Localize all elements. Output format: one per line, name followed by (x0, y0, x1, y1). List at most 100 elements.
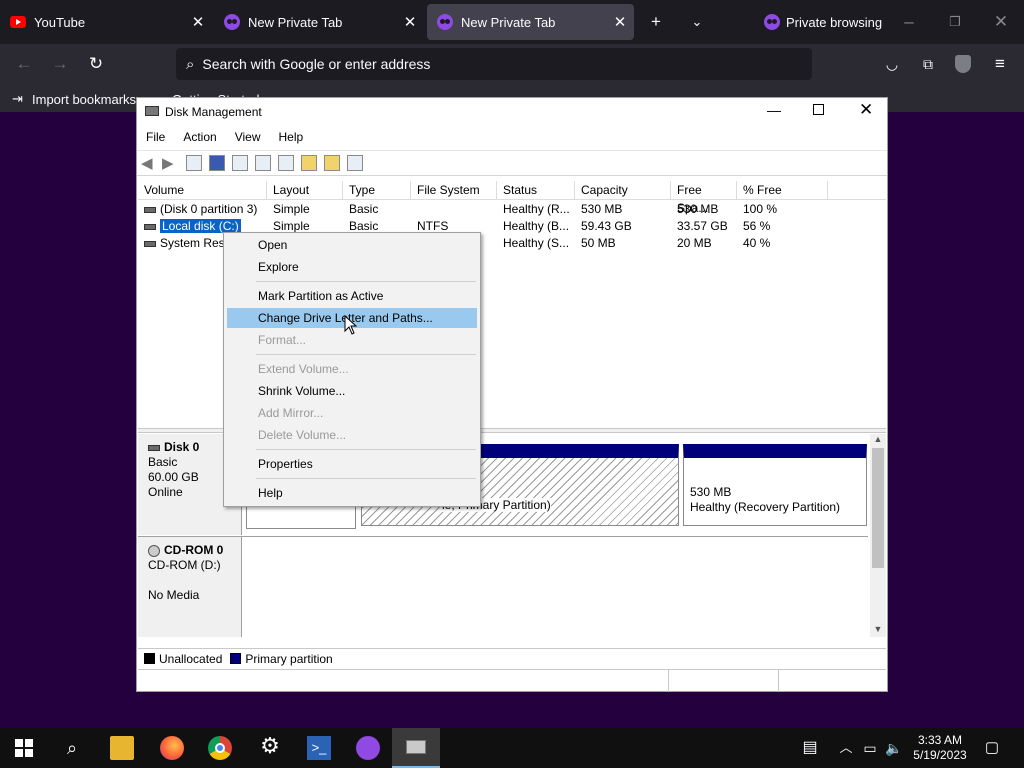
show-hide-tree-icon[interactable] (186, 155, 202, 171)
check-icon[interactable] (278, 155, 294, 171)
cdrom-media: No Media (148, 588, 200, 602)
new-tab-icon[interactable]: + (646, 12, 666, 32)
search-icon[interactable]: ⌕ (60, 738, 84, 758)
cell-status: Healthy (S... (503, 236, 570, 250)
up-folder-icon[interactable] (301, 155, 317, 171)
menu-action[interactable]: Action (174, 130, 225, 144)
menu-item-help[interactable]: Help (227, 483, 477, 503)
clock[interactable]: 3:33 AM 5/19/2023 (905, 733, 975, 763)
menu-item-explore[interactable]: Explore (227, 257, 477, 277)
file-explorer-icon[interactable] (110, 736, 134, 760)
context-menu: Open Explore Mark Partition as Active Ch… (223, 232, 481, 507)
graphical-scrollbar[interactable]: ▲ ▼ (870, 434, 886, 637)
menu-item-add-mirror[interactable]: Add Mirror... (227, 403, 477, 423)
cell-volume: System Rese (160, 236, 232, 250)
pocket-icon[interactable]: ◡ (882, 54, 902, 74)
close-tab-icon[interactable]: ✕ (184, 13, 212, 31)
menu-item-properties[interactable]: Properties (227, 454, 477, 474)
col-layout[interactable]: Layout (267, 181, 343, 199)
menu-view[interactable]: View (226, 130, 270, 144)
close-window-icon[interactable]: ✕ (859, 100, 873, 120)
forward-icon[interactable]: → (50, 54, 70, 74)
news-icon[interactable]: ▤ (798, 738, 822, 758)
tab-youtube[interactable]: YouTube ✕ (0, 4, 212, 40)
menu-file[interactable]: File (137, 130, 174, 144)
minimize-icon[interactable]: – (900, 12, 918, 32)
restore-icon[interactable]: ❐ (946, 12, 964, 32)
clock-date: 5/19/2023 (913, 748, 967, 762)
private-mask-icon (764, 14, 780, 30)
properties-icon[interactable] (232, 155, 248, 171)
close-tab-icon[interactable]: ✕ (396, 13, 424, 31)
menu-bar: File Action View Help (137, 126, 887, 148)
cdrom0-label[interactable]: CD-ROM 0 CD-ROM (D:) No Media (138, 537, 242, 637)
clock-time: 3:33 AM (917, 733, 963, 747)
col-file-system[interactable]: File System (411, 181, 497, 199)
show-hidden-icons-chevron[interactable]: ︿ (836, 738, 856, 758)
col-type[interactable]: Type (343, 181, 411, 199)
partition-recovery[interactable]: 530 MB Healthy (Recovery Partition) (683, 444, 867, 526)
hamburger-menu-icon[interactable]: ≡ (990, 54, 1010, 74)
close-window-icon[interactable]: ✕ (992, 12, 1010, 32)
mouse-cursor-icon (344, 315, 358, 335)
cdrom-drive: CD-ROM (D:) (148, 558, 221, 572)
extensions-icon[interactable]: ⧉ (918, 54, 938, 74)
col-volume[interactable]: Volume (138, 181, 267, 199)
cell-layout: Simple (273, 202, 310, 216)
tab-title: YouTube (34, 14, 86, 30)
list-tabs-chevron-icon[interactable]: ⌄ (687, 12, 707, 32)
firefox-icon[interactable] (160, 736, 184, 760)
menu-help[interactable]: Help (270, 130, 313, 144)
bookmark-import[interactable]: Import bookmarks... (32, 92, 147, 107)
search-folder-icon[interactable] (324, 155, 340, 171)
forward-icon[interactable]: ▶ (162, 154, 178, 172)
scroll-down-icon[interactable]: ▼ (870, 624, 886, 634)
windows-start-icon[interactable] (15, 739, 33, 757)
col-percent-free[interactable]: % Free (737, 181, 828, 199)
settings-list-icon[interactable] (347, 155, 363, 171)
col-status[interactable]: Status (497, 181, 575, 199)
cell-capacity: 530 MB (581, 202, 623, 216)
menu-item-mark-active[interactable]: Mark Partition as Active (227, 286, 477, 306)
menu-item-shrink-volume[interactable]: Shrink Volume... (227, 381, 477, 401)
minimize-icon[interactable]: — (767, 102, 781, 118)
notifications-icon[interactable]: ▢ (982, 738, 1002, 758)
menu-item-delete-volume[interactable]: Delete Volume... (227, 425, 477, 445)
network-icon[interactable]: ▭ (860, 738, 880, 758)
cell-type: Basic (349, 202, 379, 216)
close-tab-icon[interactable]: ✕ (606, 13, 634, 31)
import-icon: ⇥ (12, 91, 23, 106)
toolbar: ◀ ▶ (137, 150, 887, 176)
private-mask-icon (224, 14, 240, 30)
back-icon[interactable]: ← (14, 54, 34, 74)
reload-icon[interactable]: ↻ (86, 54, 106, 74)
menu-item-open[interactable]: Open (227, 235, 477, 255)
tab-private-1[interactable]: New Private Tab ✕ (214, 4, 424, 40)
col-capacity[interactable]: Capacity (575, 181, 671, 199)
cell-volume-selected: Local disk (C:) (160, 219, 241, 233)
powershell-icon[interactable]: >_ (307, 736, 331, 760)
col-free-space[interactable]: Free Spa... (671, 181, 737, 215)
connect-icon[interactable] (255, 155, 271, 171)
settings-gear-icon[interactable]: ⚙ (258, 735, 282, 757)
ublock-icon[interactable] (955, 55, 971, 73)
help-icon[interactable] (209, 155, 225, 171)
youtube-icon (10, 16, 26, 28)
cell-volume: (Disk 0 partition 3) (160, 202, 258, 216)
scroll-thumb[interactable] (872, 448, 884, 568)
unallocated-swatch (144, 653, 155, 664)
tab-private-2[interactable]: New Private Tab ✕ (427, 4, 634, 40)
url-placeholder: Search with Google or enter address (202, 56, 431, 72)
cell-free: 530 MB (677, 202, 719, 216)
taskbar-disk-management[interactable] (392, 728, 440, 768)
back-icon[interactable]: ◀ (141, 154, 157, 172)
firefox-private-icon[interactable] (356, 736, 380, 760)
url-bar[interactable]: ⌕ Search with Google or enter address (176, 48, 812, 80)
disk-icon (148, 444, 160, 451)
chrome-icon[interactable] (208, 736, 232, 760)
volume-muted-icon[interactable]: 🔈 (884, 738, 904, 758)
maximize-icon[interactable] (813, 104, 824, 115)
menu-item-extend-volume[interactable]: Extend Volume... (227, 359, 477, 379)
scroll-up-icon[interactable]: ▲ (870, 434, 886, 444)
table-row[interactable]: (Disk 0 partition 3) Simple Basic Health… (138, 201, 886, 218)
